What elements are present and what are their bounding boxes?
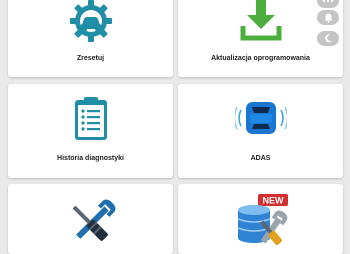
tile-adas-label: ADAS [250, 155, 271, 162]
tile-reset-label: Zresetuj [76, 55, 105, 62]
tile-adas[interactable]: ADAS [178, 84, 343, 178]
moon-icon [324, 34, 332, 43]
wrench-screwdriver-icon [66, 198, 116, 254]
tile-reset[interactable]: Zresetuj [8, 0, 173, 77]
notifications-button[interactable] [317, 10, 339, 25]
tile-diagnostic-history[interactable]: Historia diagnostyki [8, 84, 173, 178]
gear-car-icon [68, 0, 114, 49]
tile-software-update-label: Aktualizacja oprogramowania [211, 55, 310, 62]
tile-database-new[interactable]: NEW [178, 184, 343, 254]
svg-text:NEW: NEW [262, 196, 284, 206]
database-wrench-icon: NEW [232, 192, 290, 253]
tile-tools[interactable] [8, 184, 173, 254]
dark-mode-toggle[interactable] [317, 31, 339, 46]
download-icon [239, 0, 283, 47]
clipboard-list-icon [73, 96, 109, 147]
tile-diagnostic-history-label: Historia diagnostyki [57, 155, 124, 162]
dots-icon [322, 0, 334, 2]
new-badge: NEW [257, 194, 288, 206]
bell-icon [324, 13, 332, 23]
car-sensor-icon [233, 98, 288, 143]
